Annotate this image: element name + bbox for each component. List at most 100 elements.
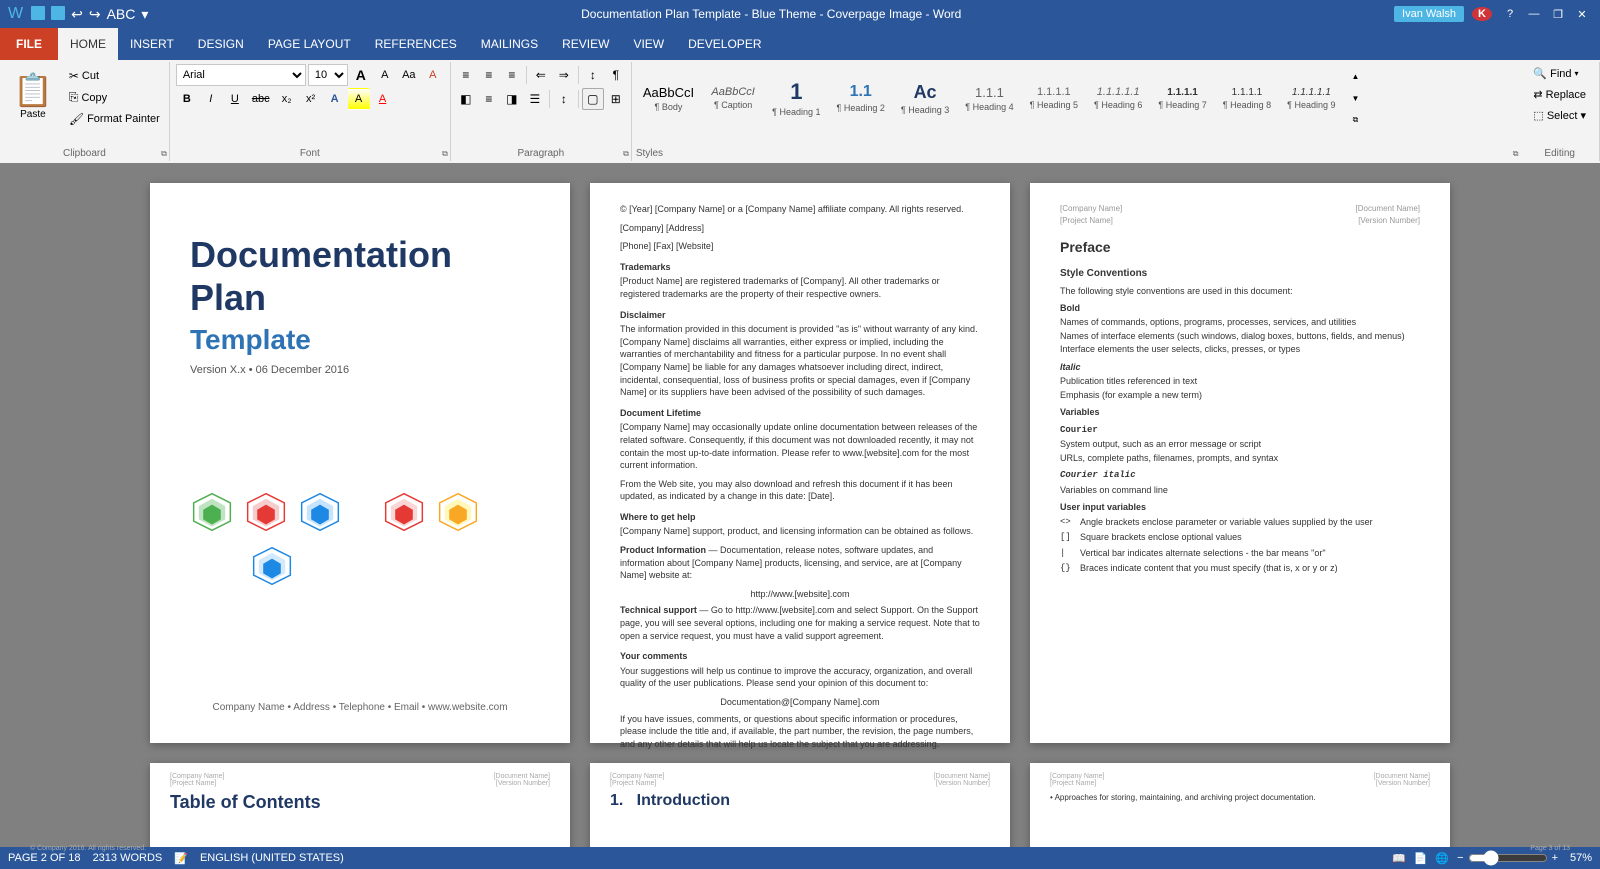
bracket-angle: <> Angle brackets enclose parameter or v… xyxy=(1060,516,1420,530)
word-icon: W xyxy=(8,5,23,23)
contact-line: [Phone] [Fax] [Website] xyxy=(620,240,980,253)
bold-label: Bold xyxy=(1060,302,1420,316)
highlight-button[interactable]: A xyxy=(348,88,370,110)
styles-more-button[interactable]: ⧉ xyxy=(1345,109,1367,131)
bracket-angle-symbol: <> xyxy=(1060,516,1072,530)
editing-group: 🔍 Find ▾ ⇄ Replace ⬚ Select ▾ Editing xyxy=(1520,62,1600,161)
tab-insert[interactable]: INSERT xyxy=(118,28,186,60)
styles-label: Styles xyxy=(636,148,663,159)
decrease-indent-button[interactable]: ⇐ xyxy=(530,64,552,86)
case-button[interactable]: Aa xyxy=(398,64,420,86)
file-tab[interactable]: FILE xyxy=(0,28,58,60)
font-name-select[interactable]: Arial xyxy=(176,64,306,86)
help-button[interactable]: ? xyxy=(1500,4,1520,24)
copy-button[interactable]: ⎘ Copy xyxy=(64,87,165,108)
redo-icon[interactable]: ↪ xyxy=(89,6,101,23)
toc-company: [Company Name] xyxy=(170,773,224,780)
font-size-select[interactable]: 10 xyxy=(308,64,348,86)
style-heading6[interactable]: 1.1.1.1.1 ¶ Heading 6 xyxy=(1087,64,1149,132)
bracket-braces-symbol: {} xyxy=(1060,562,1072,576)
restore-button[interactable]: ❐ xyxy=(1548,4,1568,24)
superscript-button[interactable]: x² xyxy=(300,88,322,110)
tab-view[interactable]: VIEW xyxy=(621,28,676,60)
styles-up-button[interactable]: ▲ xyxy=(1345,65,1367,87)
style-heading7[interactable]: 1.1.1.1 ¶ Heading 7 xyxy=(1151,64,1213,132)
style-h7-preview: 1.1.1.1 xyxy=(1167,87,1198,98)
subscript-button[interactable]: x₂ xyxy=(276,88,298,110)
intro-title: 1. Introduction xyxy=(610,792,990,810)
paste-button[interactable]: 📋 Paste xyxy=(4,66,62,125)
numbering-button[interactable]: ≡ xyxy=(478,64,500,86)
paste-label: Paste xyxy=(20,109,46,120)
courier-italic-desc: Variables on command line xyxy=(1060,484,1420,498)
style-h5-label: ¶ Heading 5 xyxy=(1030,100,1078,110)
clear-format-button[interactable]: A xyxy=(422,64,444,86)
tab-mailings[interactable]: MAILINGS xyxy=(469,28,550,60)
bold-button[interactable]: B xyxy=(176,88,198,110)
tab-references[interactable]: REFERENCES xyxy=(363,28,469,60)
customize-icon[interactable]: ▾ xyxy=(141,6,148,23)
tab-design[interactable]: DESIGN xyxy=(186,28,256,60)
bullets-button[interactable]: ≡ xyxy=(455,64,477,86)
cover-subtitle: Template xyxy=(190,324,530,356)
tab-review[interactable]: REVIEW xyxy=(550,28,621,60)
tab-developer[interactable]: DEVELOPER xyxy=(676,28,773,60)
styles-expand[interactable]: ⧉ xyxy=(1513,149,1519,159)
style-body[interactable]: AaBbCcI ¶ Body xyxy=(636,64,701,132)
find-button[interactable]: 🔍 Find ▾ xyxy=(1526,64,1593,83)
style-heading4[interactable]: 1.1.1 ¶ Heading 4 xyxy=(958,64,1020,132)
underline-button[interactable]: U xyxy=(224,88,246,110)
cut-button[interactable]: ✂ Cut xyxy=(64,66,165,86)
align-right-button[interactable]: ◨ xyxy=(501,88,523,110)
font-color-button[interactable]: A xyxy=(372,88,394,110)
strikethrough-button[interactable]: abc xyxy=(248,88,274,110)
font-label: Font xyxy=(170,148,450,159)
product-url: http://www.[website].com xyxy=(620,588,980,601)
format-painter-icon: 🖌 xyxy=(69,112,84,126)
close-button[interactable]: ✕ xyxy=(1572,4,1592,24)
undo-icon[interactable]: ↩ xyxy=(71,6,83,23)
shrink-font-button[interactable]: A xyxy=(374,64,396,86)
style-caption-label: ¶ Caption xyxy=(714,100,752,110)
style-heading3[interactable]: Ac ¶ Heading 3 xyxy=(894,64,956,132)
italic-button[interactable]: I xyxy=(200,88,222,110)
spellcheck-icon[interactable]: ABC xyxy=(107,6,136,23)
select-button[interactable]: ⬚ Select ▾ xyxy=(1526,106,1593,125)
multilevel-button[interactable]: ≡ xyxy=(501,64,523,86)
format-painter-button[interactable]: 🖌 Format Painter xyxy=(64,109,165,129)
increase-indent-button[interactable]: ⇒ xyxy=(553,64,575,86)
shading-button[interactable]: ▢ xyxy=(582,88,604,110)
align-left-button[interactable]: ◧ xyxy=(455,88,477,110)
style-heading8[interactable]: 1.1.1.1 ¶ Heading 8 xyxy=(1216,64,1278,132)
styles-down-button[interactable]: ▼ xyxy=(1345,87,1367,109)
tab-home[interactable]: HOME xyxy=(58,28,118,60)
minimize-button[interactable]: — xyxy=(1524,4,1544,24)
grow-font-button[interactable]: A xyxy=(350,64,372,86)
borders-button[interactable]: ⊞ xyxy=(605,88,627,110)
preface-footer-page: Page 3 of 13 xyxy=(1530,844,1570,848)
save2-icon[interactable] xyxy=(51,6,65,20)
style-caption[interactable]: AaBbCcI ¶ Caption xyxy=(703,64,763,132)
font-expand[interactable]: ⧉ xyxy=(442,149,448,159)
preface-header: [Company Name] [Project Name] [Document … xyxy=(1060,203,1420,227)
toc-docname: [Document Name] xyxy=(494,773,550,780)
style-heading1[interactable]: 1 ¶ Heading 1 xyxy=(765,64,827,132)
clipboard-expand[interactable]: ⧉ xyxy=(161,149,167,159)
style-heading2[interactable]: 1.1 ¶ Heading 2 xyxy=(830,64,892,132)
doc-name: [Document Name] xyxy=(1356,203,1420,215)
sort-button[interactable]: ↕ xyxy=(582,64,604,86)
tab-page-layout[interactable]: PAGE LAYOUT xyxy=(256,28,363,60)
text-effect-button[interactable]: A xyxy=(324,88,346,110)
bracket-pipe-symbol: | xyxy=(1060,547,1072,561)
justify-button[interactable]: ☰ xyxy=(524,88,546,110)
replace-icon: ⇄ xyxy=(1533,88,1542,101)
line-spacing-button[interactable]: ↕ xyxy=(553,88,575,110)
show-marks-button[interactable]: ¶ xyxy=(605,64,627,86)
align-center-button[interactable]: ≡ xyxy=(478,88,500,110)
replace-button[interactable]: ⇄ Replace xyxy=(1526,85,1593,104)
user-name[interactable]: Ivan Walsh xyxy=(1394,6,1464,22)
paragraph-expand[interactable]: ⧉ xyxy=(623,149,629,159)
save-icon[interactable] xyxy=(31,6,45,20)
style-heading9[interactable]: 1.1.1.1.1 ¶ Heading 9 xyxy=(1280,64,1342,132)
style-heading5[interactable]: 1.1.1.1 ¶ Heading 5 xyxy=(1023,64,1085,132)
